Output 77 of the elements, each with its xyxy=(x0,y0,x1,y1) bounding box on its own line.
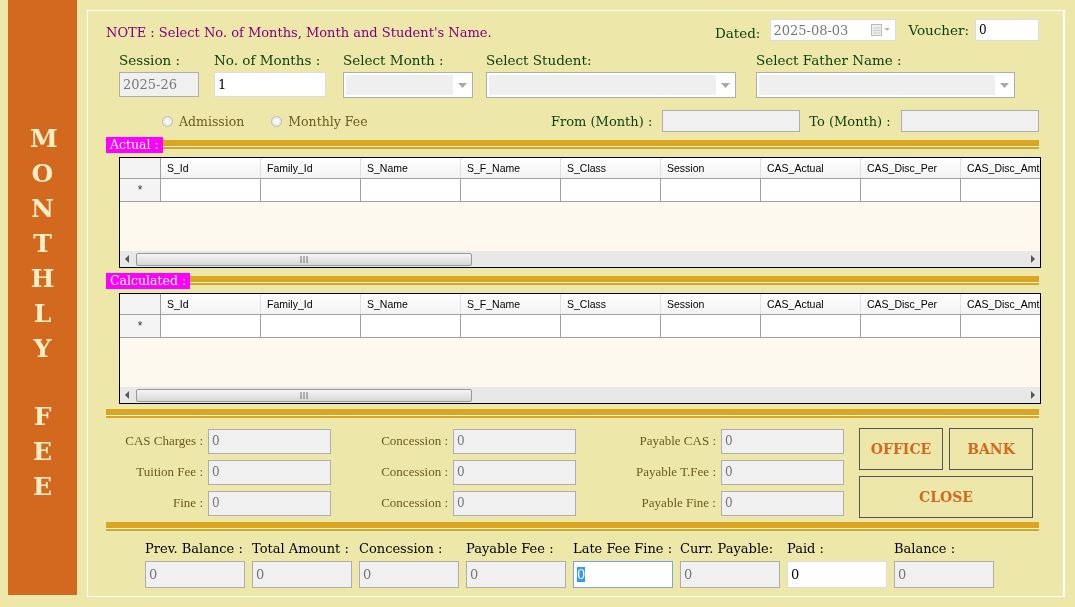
grip-icon xyxy=(300,255,308,263)
column-header[interactable]: S_F_Name xyxy=(461,294,561,314)
left-arrow-icon[interactable] xyxy=(124,391,130,399)
summary-label: Concession : xyxy=(359,541,444,556)
column-header[interactable]: Session xyxy=(661,158,761,178)
summary-field[interactable]: 0 xyxy=(787,561,887,588)
new-row-marker: * xyxy=(120,315,161,337)
caret-icon xyxy=(458,82,467,88)
note-text: NOTE : Select No. of Months, Month and Student's Name. xyxy=(106,23,492,40)
column-header[interactable]: CAS_Disc_Amt xyxy=(961,158,1040,178)
summary-label: Payable Fee : xyxy=(466,541,555,556)
charge-label: Payable Fine : xyxy=(640,495,716,511)
summary-label: Total Amount : xyxy=(252,541,350,556)
column-header[interactable]: Family_Id xyxy=(261,158,361,178)
header-corner xyxy=(120,294,161,314)
charge-label: Payable T.Fee : xyxy=(634,464,716,480)
column-header[interactable]: S_Id xyxy=(161,158,261,178)
field-label: No. of Months : xyxy=(214,52,322,68)
to-month-label: To (Month) : xyxy=(809,113,891,129)
charge-label: Payable CAS : xyxy=(638,433,716,449)
summary-label: Paid : xyxy=(787,541,825,556)
charge-label: Tuition Fee : xyxy=(135,464,203,480)
caret-icon xyxy=(1000,82,1009,88)
charge-label: Concession : xyxy=(380,464,448,480)
data-grid[interactable]: S_Id Family_Id S_Name S_F_Name S_Class Session CAS_Actual CAS_Disc_Per CAS_Disc_Amt * xyxy=(119,157,1041,268)
radio-option[interactable]: Monthly Fee xyxy=(271,113,368,129)
header-corner xyxy=(120,158,161,178)
right-arrow-icon[interactable] xyxy=(1030,255,1036,263)
field-label: Select Father Name : xyxy=(756,52,903,68)
banner-title: FEE xyxy=(31,401,54,503)
column-header[interactable]: S_Name xyxy=(361,294,461,314)
right-arrow-icon[interactable] xyxy=(1030,391,1036,399)
data-grid[interactable]: S_Id Family_Id S_Name S_F_Name S_Class Session CAS_Actual CAS_Disc_Per CAS_Disc_Amt * xyxy=(119,293,1041,404)
grip-icon xyxy=(300,391,308,399)
charge-label: CAS Charges : xyxy=(124,433,203,449)
column-header[interactable]: S_Class xyxy=(561,158,661,178)
radio-option[interactable]: Admission xyxy=(162,113,245,129)
calendar-icon xyxy=(871,24,892,36)
left-arrow-icon[interactable] xyxy=(124,255,130,263)
column-header[interactable]: Family_Id xyxy=(261,294,361,314)
banner-title: MONTHLY xyxy=(30,123,55,365)
column-header[interactable]: S_Id xyxy=(161,294,261,314)
caret-icon xyxy=(721,82,730,88)
summary-label: Curr. Payable: xyxy=(680,541,775,556)
voucher-label: Voucher: xyxy=(908,22,969,38)
charge-label: Concession : xyxy=(380,495,448,511)
from-month-label: From (Month) : xyxy=(551,113,653,129)
column-header[interactable]: CAS_Disc_Amt xyxy=(961,294,1040,314)
column-header[interactable]: S_Name xyxy=(361,158,461,178)
horizontal-scrollbar[interactable] xyxy=(120,387,1040,403)
new-row[interactable]: * xyxy=(120,179,1040,202)
scroll-thumb[interactable] xyxy=(136,388,472,402)
horizontal-scrollbar[interactable] xyxy=(120,251,1040,267)
summary-label: Balance : xyxy=(894,541,957,556)
column-header[interactable]: CAS_Actual xyxy=(761,158,861,178)
section-label: Actual : xyxy=(106,137,163,153)
summary-label: Late Fee Fine : xyxy=(573,541,673,556)
column-header[interactable]: Session xyxy=(661,294,761,314)
field-label: Select Month : xyxy=(343,52,445,68)
field-label: Select Student: xyxy=(486,52,593,68)
summary-label: Prev. Balance : xyxy=(145,541,244,556)
dated-label: Dated: xyxy=(714,24,761,41)
charge-label: Fine : xyxy=(172,495,203,511)
column-header[interactable]: S_Class xyxy=(561,294,661,314)
voucher-field[interactable]: 0 xyxy=(975,19,1039,41)
charge-label: Concession : xyxy=(380,433,448,449)
scroll-thumb[interactable] xyxy=(136,252,472,266)
input-field[interactable]: 1 xyxy=(214,72,326,97)
column-header[interactable]: CAS_Disc_Per xyxy=(861,158,961,178)
column-header[interactable]: CAS_Actual xyxy=(761,294,861,314)
new-row[interactable]: * xyxy=(120,315,1040,338)
column-header[interactable]: CAS_Disc_Per xyxy=(861,294,961,314)
column-header[interactable]: S_F_Name xyxy=(461,158,561,178)
date-picker[interactable]: 2025-08-03 xyxy=(770,19,897,41)
field-label: Session : xyxy=(119,52,182,68)
section-label: Calculated : xyxy=(106,273,191,289)
new-row-marker: * xyxy=(120,179,161,201)
